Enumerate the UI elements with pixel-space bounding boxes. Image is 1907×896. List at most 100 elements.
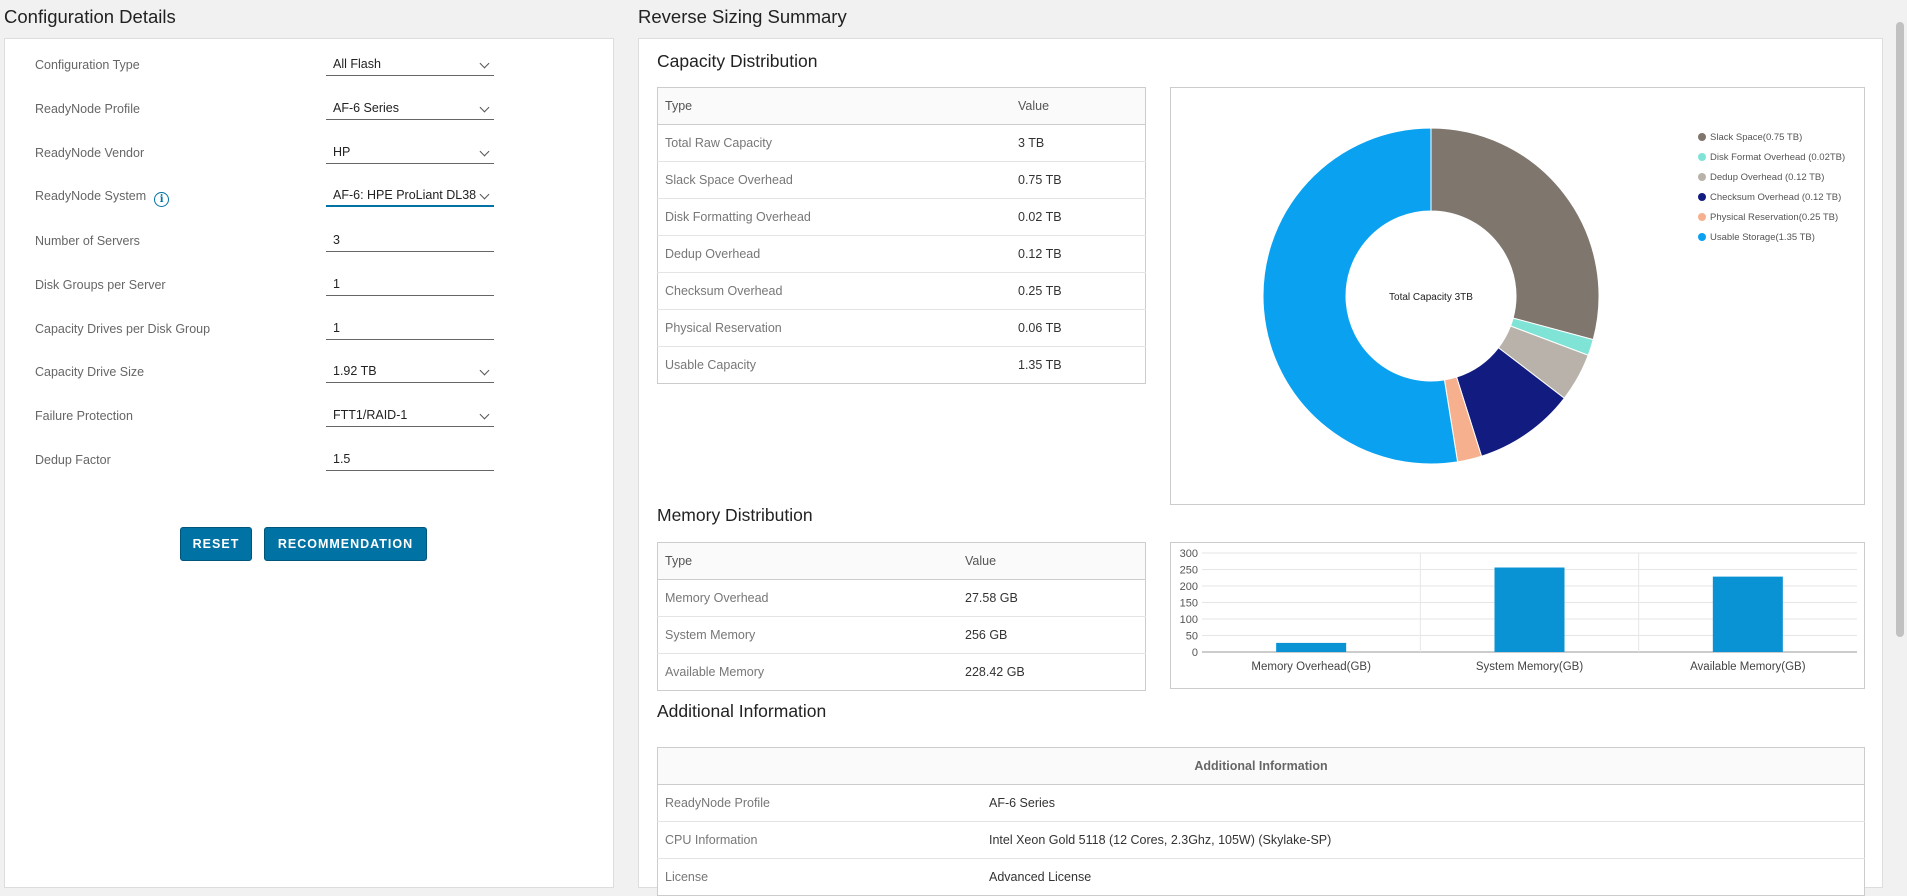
table-row: Physical Reservation 0.06 TB bbox=[657, 309, 1146, 347]
table-row: Usable Capacity 1.35 TB bbox=[657, 346, 1146, 384]
additional-table: Additional Information ReadyNode Profile… bbox=[657, 747, 1865, 896]
legend-item[interactable]: Disk Format Overhead (0.02TB) bbox=[1698, 152, 1845, 163]
capacity-drives-per-disk-group-label: Capacity Drives per Disk Group bbox=[35, 321, 210, 337]
cell-type: Memory Overhead bbox=[657, 579, 958, 617]
cell-type: CPU Information bbox=[657, 821, 982, 859]
bar[interactable] bbox=[1276, 642, 1347, 652]
readynode-vendor-select[interactable]: HP bbox=[326, 143, 494, 164]
y-tick-label: 250 bbox=[1180, 565, 1198, 577]
y-tick-label: 200 bbox=[1180, 581, 1198, 593]
cell-value: 1.35 TB bbox=[1011, 346, 1146, 384]
legend-swatch bbox=[1698, 133, 1706, 141]
disk-groups-per-server-input[interactable]: 1 bbox=[326, 275, 494, 296]
field-label-text: Capacity Drive Size bbox=[35, 365, 145, 379]
field-value: FTT1/RAID-1 bbox=[333, 408, 408, 422]
configuration-type-select[interactable]: All Flash bbox=[326, 55, 494, 76]
legend-label: Physical Reservation(0.25 TB) bbox=[1710, 212, 1839, 223]
field-label-text: Capacity Drives per Disk Group bbox=[35, 322, 211, 336]
y-tick-label: 300 bbox=[1180, 548, 1198, 560]
capacity-drive-size-select[interactable]: 1.92 TB bbox=[326, 362, 494, 383]
capacity-drive-size-label: Capacity Drive Size bbox=[35, 364, 144, 380]
readynode-vendor-label: ReadyNode Vendor bbox=[35, 145, 144, 161]
reset-button[interactable]: RESET bbox=[180, 527, 252, 561]
failure-protection-label: Failure Protection bbox=[35, 408, 133, 424]
bar[interactable] bbox=[1712, 576, 1783, 652]
form-row: Number of Servers 3 bbox=[35, 233, 495, 263]
readynode-system-select[interactable]: AF-6: HPE ProLiant DL38 bbox=[326, 186, 494, 207]
cell-value: 0.12 TB bbox=[1011, 235, 1146, 273]
info-icon[interactable]: i bbox=[154, 192, 170, 207]
field-label-text: Dedup Factor bbox=[35, 453, 111, 467]
readynode-system-label: ReadyNode System i bbox=[35, 188, 170, 207]
readynode-profile-select[interactable]: AF-6 Series bbox=[326, 99, 494, 120]
table-row: Available Memory 228.42 GB bbox=[657, 653, 1146, 691]
legend-swatch bbox=[1698, 153, 1706, 161]
form-row: Failure Protection FTT1/RAID-1 bbox=[35, 408, 495, 438]
field-value: 1.5 bbox=[333, 452, 351, 466]
legend-item[interactable]: Dedup Overhead (0.12 TB) bbox=[1698, 172, 1824, 183]
field-label-text: Failure Protection bbox=[35, 409, 133, 423]
legend-label: Dedup Overhead (0.12 TB) bbox=[1710, 172, 1825, 183]
cell-type: Usable Capacity bbox=[657, 346, 1011, 384]
cell-type: Available Memory bbox=[657, 653, 958, 691]
legend-item[interactable]: Slack Space(0.75 TB) bbox=[1698, 132, 1802, 143]
form-row: Disk Groups per Server 1 bbox=[35, 277, 495, 307]
table-row: Slack Space Overhead 0.75 TB bbox=[657, 161, 1146, 199]
configuration-type-label: Configuration Type bbox=[35, 57, 140, 73]
recommendation-button[interactable]: RECOMMENDATION bbox=[264, 527, 427, 561]
field-label-text: Number of Servers bbox=[35, 234, 140, 248]
additional-title: Additional Information bbox=[657, 701, 827, 721]
pie-slice[interactable] bbox=[1430, 127, 1600, 341]
field-value: AF-6 Series bbox=[333, 101, 399, 115]
cell-value: Intel Xeon Gold 5118 (12 Cores, 2.3Ghz, … bbox=[982, 821, 1865, 859]
failure-protection-select[interactable]: FTT1/RAID-1 bbox=[326, 406, 494, 427]
cell-value: Advanced License bbox=[982, 858, 1865, 896]
legend-item[interactable]: Physical Reservation(0.25 TB) bbox=[1698, 212, 1838, 223]
form-row: ReadyNode Vendor HP bbox=[35, 145, 495, 175]
table-row: Dedup Overhead 0.12 TB bbox=[657, 235, 1146, 273]
col-type: Type bbox=[657, 87, 1011, 125]
number-of-servers-input[interactable]: 3 bbox=[326, 231, 494, 252]
form-row: Configuration Type All Flash bbox=[35, 57, 495, 87]
legend-swatch bbox=[1698, 213, 1706, 221]
table-row: Disk Formatting Overhead 0.02 TB bbox=[657, 198, 1146, 236]
field-label-text: ReadyNode System bbox=[35, 189, 147, 203]
capacity-donut-chart: Total Capacity 3TB Slack Space(0.75 TB) D… bbox=[1170, 87, 1865, 505]
cell-type: Disk Formatting Overhead bbox=[657, 198, 1011, 236]
y-tick-label: 100 bbox=[1180, 614, 1198, 626]
memory-bar-chart: 0 50 100 150 200 250 300 Memory Overhead(GB) Sys… bbox=[1170, 542, 1865, 689]
memory-title: Memory Distribution bbox=[657, 505, 813, 525]
legend-label: Checksum Overhead (0.12 TB) bbox=[1710, 192, 1842, 203]
cell-type: Checksum Overhead bbox=[657, 272, 1011, 310]
summary-panel: Capacity Distribution Type Value Total R… bbox=[638, 38, 1883, 896]
memory-table: Type Value Memory Overhead 27.58 GB System… bbox=[657, 542, 1146, 691]
table-row: CPU Information Intel Xeon Gold 5118 (12 … bbox=[657, 821, 1865, 859]
readynode-profile-label: ReadyNode Profile bbox=[35, 101, 140, 117]
legend-item[interactable]: Usable Storage(1.35 TB) bbox=[1698, 232, 1815, 243]
field-value: 1 bbox=[333, 277, 340, 291]
donut-center-label: Total Capacity 3TB bbox=[1389, 292, 1473, 303]
field-value: 1.92 TB bbox=[333, 364, 377, 378]
cell-value: 228.42 GB bbox=[958, 653, 1146, 691]
cell-value: 0.06 TB bbox=[1011, 309, 1146, 347]
cell-value: 27.58 GB bbox=[958, 579, 1146, 617]
legend-label: Disk Format Overhead (0.02TB) bbox=[1710, 152, 1846, 163]
dedup-factor-input[interactable]: 1.5 bbox=[326, 450, 494, 471]
field-value: AF-6: HPE ProLiant DL38 bbox=[333, 188, 477, 202]
field-label-text: ReadyNode Profile bbox=[35, 102, 140, 116]
cell-type: System Memory bbox=[657, 616, 958, 654]
scroll-thumb[interactable] bbox=[1896, 22, 1904, 637]
table-row: Total Raw Capacity 3 TB bbox=[657, 124, 1146, 162]
cell-value: AF-6 Series bbox=[982, 784, 1865, 822]
capacity-drives-per-disk-group-input[interactable]: 1 bbox=[326, 319, 494, 340]
bar[interactable] bbox=[1494, 567, 1565, 652]
form-row: Capacity Drives per Disk Group 1 bbox=[35, 321, 495, 351]
cell-type: Total Raw Capacity bbox=[657, 124, 1011, 162]
legend-item[interactable]: Checksum Overhead (0.12 TB) bbox=[1698, 192, 1841, 203]
dedup-factor-label: Dedup Factor bbox=[35, 452, 111, 468]
table-row: ReadyNode Profile AF-6 Series bbox=[657, 784, 1865, 822]
scrollbar[interactable] bbox=[1893, 0, 1907, 877]
config-panel: Configuration Type All Flash ReadyNode Pro… bbox=[4, 38, 614, 888]
summary-title: Reverse Sizing Summary bbox=[638, 6, 847, 27]
bar-svg: 0 50 100 150 200 250 300 Memory Overhead(GB) Sys… bbox=[1180, 548, 1857, 673]
